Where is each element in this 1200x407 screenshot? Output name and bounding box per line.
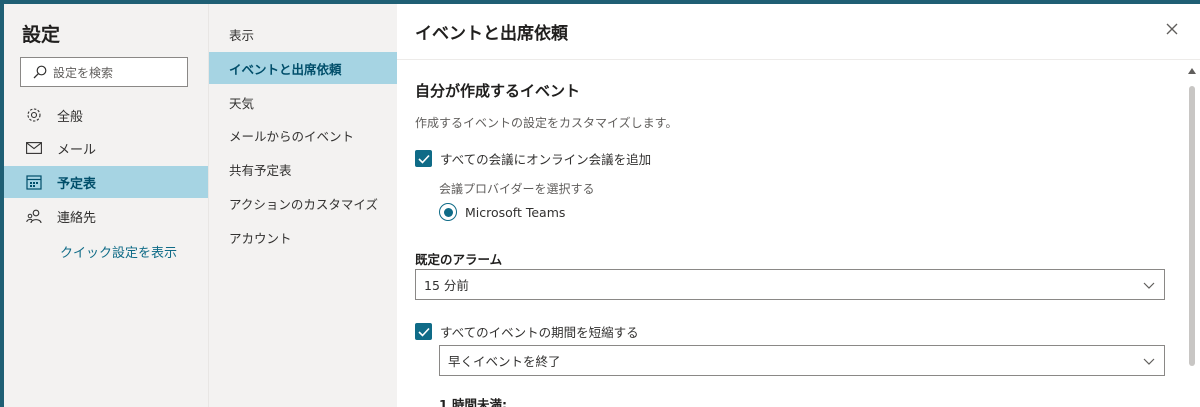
chevron-down-icon (1143, 358, 1155, 365)
settings-search-input[interactable]: 設定を検索 (20, 57, 188, 87)
nav-item-label: 連絡先 (57, 210, 97, 226)
subnav-item-accounts[interactable]: アカウント (209, 221, 398, 253)
radio-button[interactable] (439, 203, 457, 221)
nav-item-label: 全般 (57, 109, 84, 125)
calendar-subnav: 表示 イベントと出席依頼 天気 メールからのイベント 共有予定表 アクションのカ… (208, 4, 398, 407)
settings-title: 設定 (22, 24, 61, 46)
subnav-item-view[interactable]: 表示 (209, 18, 398, 50)
search-placeholder: 設定を検索 (53, 65, 114, 80)
panel-scrollbar[interactable] (1187, 64, 1197, 404)
subnav-item-weather[interactable]: 天気 (209, 86, 398, 118)
quick-settings-link[interactable]: クイック設定を表示 (60, 242, 177, 261)
default-alarm-value: 15 分前 (424, 278, 469, 293)
checkmark-icon (417, 154, 430, 164)
nav-item-label: メール (57, 142, 97, 158)
under-one-hour-label: 1 時間未満: (439, 397, 508, 407)
online-meeting-label: すべての会議にオンライン会議を追加 (440, 152, 652, 167)
settings-nav: 設定 設定を検索 全般 メール 予定表 連絡先 クイック設定を表示 (4, 4, 208, 407)
scrollbar-thumb[interactable] (1189, 86, 1195, 366)
shorten-events-label: すべてのイベントの期間を短縮する (440, 325, 639, 340)
mail-icon (25, 139, 43, 157)
subnav-item-events-from-email[interactable]: メールからのイベント (209, 119, 398, 151)
default-alarm-label: 既定のアラーム (415, 252, 503, 267)
people-icon (25, 207, 43, 225)
online-meeting-checkbox-row[interactable]: すべての会議にオンライン会議を追加 (415, 149, 651, 168)
close-icon[interactable] (1164, 21, 1180, 37)
shorten-option-dropdown[interactable]: 早くイベントを終了 (439, 345, 1165, 376)
subnav-item-events-invitations[interactable]: イベントと出席依頼 (209, 52, 398, 84)
nav-item-label: 予定表 (57, 176, 97, 192)
provider-label: 会議プロバイダーを選択する (439, 182, 595, 196)
search-icon (33, 65, 47, 79)
subnav-item-customize-actions[interactable]: アクションのカスタマイズ (209, 187, 398, 219)
section-description: 作成するイベントの設定をカスタマイズします。 (415, 116, 678, 130)
chevron-down-icon (1143, 282, 1155, 289)
settings-main-panel: イベントと出席依頼 自分が作成するイベント 作成するイベントの設定をカスタマイズ… (397, 4, 1200, 407)
shorten-events-checkbox-row[interactable]: すべてのイベントの期間を短縮する (415, 322, 639, 341)
panel-header: イベントと出席依頼 (397, 4, 1200, 60)
nav-item-general[interactable]: 全般 (4, 99, 208, 131)
default-alarm-dropdown[interactable]: 15 分前 (415, 269, 1165, 300)
section-title: 自分が作成するイベント (415, 82, 581, 100)
provider-radio-teams[interactable]: Microsoft Teams (439, 203, 565, 221)
page-title: イベントと出席依頼 (415, 24, 568, 44)
nav-item-contacts[interactable]: 連絡先 (4, 200, 208, 232)
checkmark-icon (417, 327, 430, 337)
shorten-option-value: 早くイベントを終了 (448, 354, 561, 369)
calendar-icon (25, 173, 43, 191)
provider-option-label: Microsoft Teams (465, 204, 566, 220)
nav-item-mail[interactable]: メール (4, 132, 208, 164)
shorten-events-checkbox[interactable] (415, 323, 432, 340)
nav-item-calendar[interactable]: 予定表 (4, 166, 208, 198)
online-meeting-checkbox[interactable] (415, 150, 432, 167)
subnav-item-shared-calendars[interactable]: 共有予定表 (209, 153, 398, 185)
gear-icon (25, 106, 43, 124)
scroll-up-arrow-icon[interactable] (1188, 68, 1196, 74)
